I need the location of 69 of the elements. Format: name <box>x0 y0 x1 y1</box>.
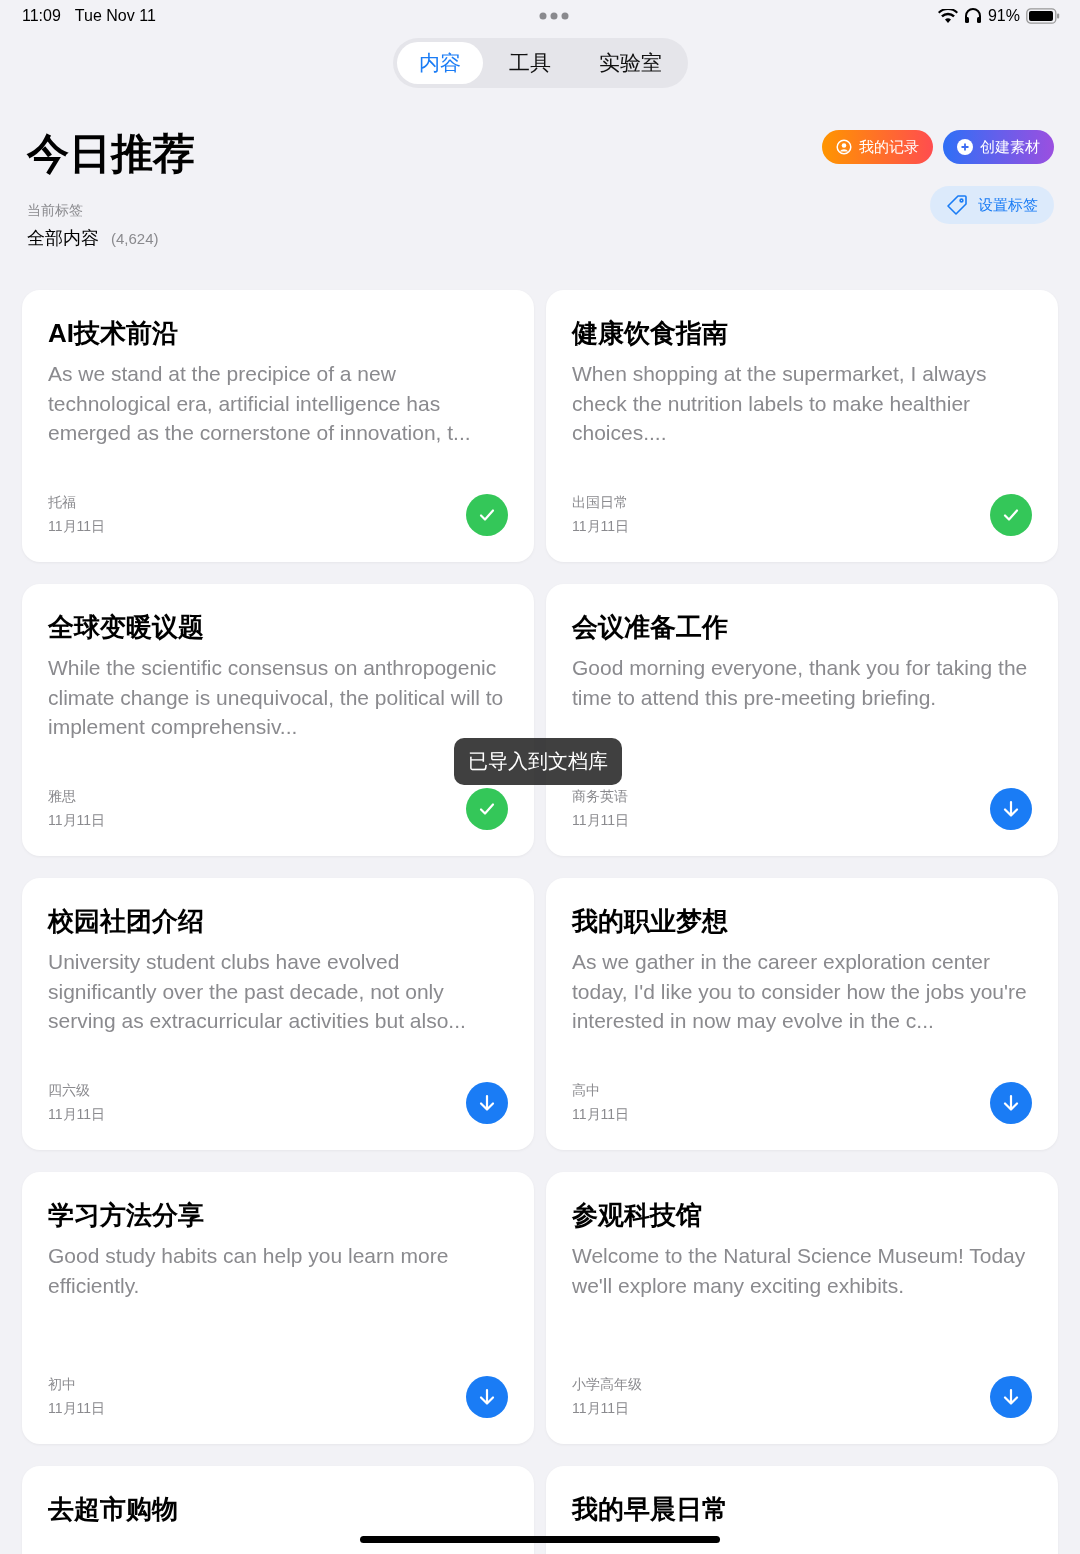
card-date: 11月11日 <box>48 1400 106 1418</box>
download-button[interactable] <box>990 1376 1032 1418</box>
page-title: 今日推荐 <box>27 129 195 179</box>
card-title: 会议准备工作 <box>572 611 729 644</box>
tag-icon <box>946 194 968 216</box>
done-indicator[interactable] <box>990 494 1032 536</box>
card-tag: 雅思 <box>48 788 106 806</box>
card-excerpt: University student clubs have evolved significantly over the past decade, not only serving as extracurricular activities but also... <box>48 949 467 1034</box>
card-tag: 初中 <box>48 1376 106 1394</box>
card-tag: 托福 <box>48 494 106 512</box>
status-time: 11:09 <box>22 7 61 25</box>
card-tag: 高中 <box>572 1082 630 1100</box>
download-button[interactable] <box>990 1082 1032 1124</box>
content-card[interactable]: 学习方法分享 Good study habits can help you learn more efficiently. 初中 11月11日 <box>22 1172 534 1444</box>
card-title: 去超市购物 <box>48 1493 179 1526</box>
card-title: 我的职业梦想 <box>572 905 729 938</box>
done-indicator[interactable] <box>466 788 508 830</box>
content-card[interactable]: 去超市购物 <box>22 1466 534 1554</box>
download-button[interactable] <box>466 1082 508 1124</box>
card-excerpt: Good study habits can help you learn more efficiently. <box>48 1243 450 1299</box>
done-indicator[interactable] <box>466 494 508 536</box>
card-date: 11月11日 <box>48 518 106 536</box>
card-date: 11月11日 <box>572 518 630 536</box>
card-date: 11月11日 <box>48 812 106 830</box>
content-card[interactable]: 参观科技馆 Welcome to the Natural Science Museum! Today we'll explore many exciting exhibits. 小学高年级 11月11日 <box>546 1172 1058 1444</box>
person-circle-icon <box>836 139 852 155</box>
headphones-icon <box>963 8 982 24</box>
content-card[interactable]: AI技术前沿 As we stand at the precipice of a new technological era, artificial intelligence has emerged as the cornerstone of innovation, t... 托福 11月11日 <box>22 290 534 562</box>
card-excerpt: When shopping at the supermarket, I always check the nutrition labels to make healthier choices.... <box>572 361 988 446</box>
content-card[interactable]: 校园社团介绍 University student clubs have evolved significantly over the past decade, not only serving as extracurricular activities but also... 四六级 11月11日 <box>22 878 534 1150</box>
content-card[interactable]: 我的职业梦想 As we gather in the career exploration center today, I'd like you to consider how the jobs you're interested in now may evolve in the c... 高中 11月11日 <box>546 878 1058 1150</box>
battery-percentage: 91% <box>987 7 1020 25</box>
card-title: 参观科技馆 <box>572 1199 703 1232</box>
card-title: 校园社团介绍 <box>48 905 205 938</box>
download-button[interactable] <box>990 788 1032 830</box>
card-date: 11月11日 <box>48 1106 106 1124</box>
card-excerpt: As we stand at the precipice of a new technological era, artificial intelligence has emerged as the cornerstone of innovation, t... <box>48 361 472 446</box>
tab[interactable]: 实验室 <box>576 42 684 84</box>
card-excerpt: Good morning everyone, thank you for taking the time to attend this pre-meeting briefing. <box>572 655 1028 711</box>
tab[interactable]: 内容 <box>396 42 483 84</box>
card-tag: 商务英语 <box>572 788 630 806</box>
card-excerpt: Welcome to the Natural Science Museum! Today we'll explore many exciting exhibits. <box>572 1243 1027 1299</box>
status-date: Tue Nov 11 <box>74 7 156 25</box>
toast-message: 已导入到文档库 <box>454 738 622 785</box>
plus-circle-icon <box>957 139 973 155</box>
card-date: 11月11日 <box>572 812 630 830</box>
card-date: 11月11日 <box>572 1106 630 1124</box>
card-excerpt: While the scientific consensus on anthropogenic climate change is unequivocal, the political will to implement comprehensiv... <box>48 655 504 740</box>
more-dots-icon[interactable] <box>538 12 569 20</box>
card-date: 11月11日 <box>572 1400 631 1418</box>
card-tag: 小学高年级 <box>572 1376 642 1394</box>
download-button[interactable] <box>466 1376 508 1418</box>
tab[interactable]: 工具 <box>486 42 573 84</box>
card-title: 我的早晨日常 <box>572 1493 729 1526</box>
card-title: 学习方法分享 <box>48 1199 205 1232</box>
card-title: 全球变暖议题 <box>48 611 205 644</box>
content-card[interactable]: 健康饮食指南 When shopping at the supermarket, I always check the nutrition labels to make healthier choices.... 出国日常 11月11日 <box>546 290 1058 562</box>
card-title: AI技术前沿 <box>48 317 179 350</box>
card-tag: 四六级 <box>48 1082 106 1100</box>
content-card[interactable]: 我的早晨日常 <box>546 1466 1058 1554</box>
current-tag-caption: 当前标签 <box>27 202 84 220</box>
wifi-icon <box>937 8 958 24</box>
item-count: (4,624) <box>111 230 159 247</box>
card-title: 健康饮食指南 <box>572 317 729 350</box>
current-tag-name: 全部内容 <box>27 227 99 250</box>
card-tag: 出国日常 <box>572 494 630 512</box>
card-excerpt: As we gather in the career exploration center today, I'd like you to consider how the jobs you're interested in now may evolve in the c... <box>572 949 1028 1034</box>
create-material-button[interactable]: 创建素材 <box>943 130 1054 164</box>
battery-icon <box>1026 8 1060 24</box>
